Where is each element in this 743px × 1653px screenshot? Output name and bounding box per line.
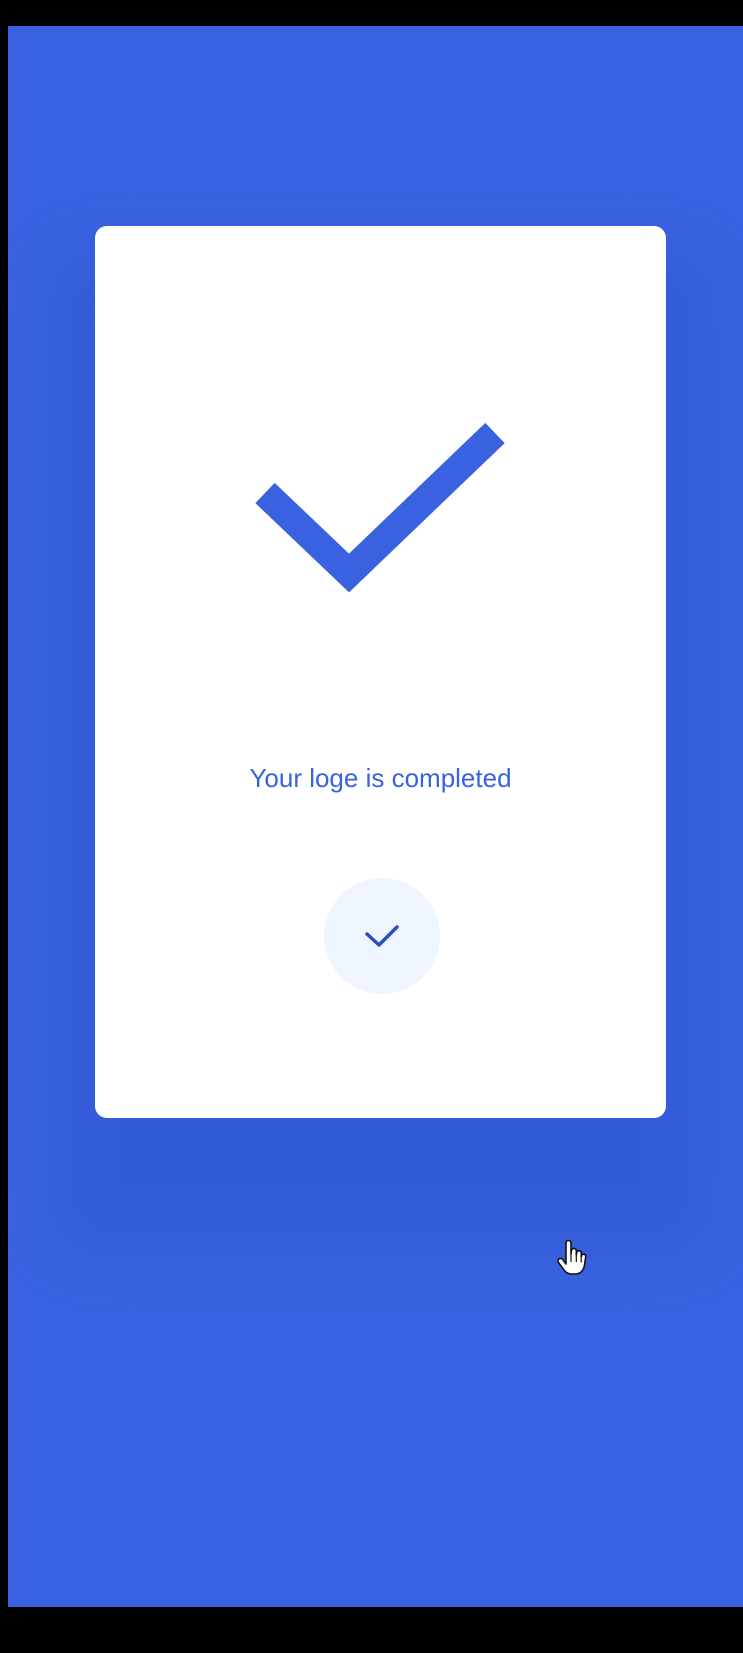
- device-frame: Your loge is completed: [0, 0, 743, 1653]
- completion-message: Your loge is completed: [249, 763, 512, 793]
- app-screen: Your loge is completed: [8, 26, 743, 1607]
- confirm-button[interactable]: [324, 878, 440, 994]
- success-card: Your loge is completed: [95, 226, 666, 1118]
- checkmark-icon: [255, 422, 505, 593]
- small-checkmark-icon: [365, 925, 399, 947]
- hand-pointer-cursor-icon: [557, 1240, 587, 1275]
